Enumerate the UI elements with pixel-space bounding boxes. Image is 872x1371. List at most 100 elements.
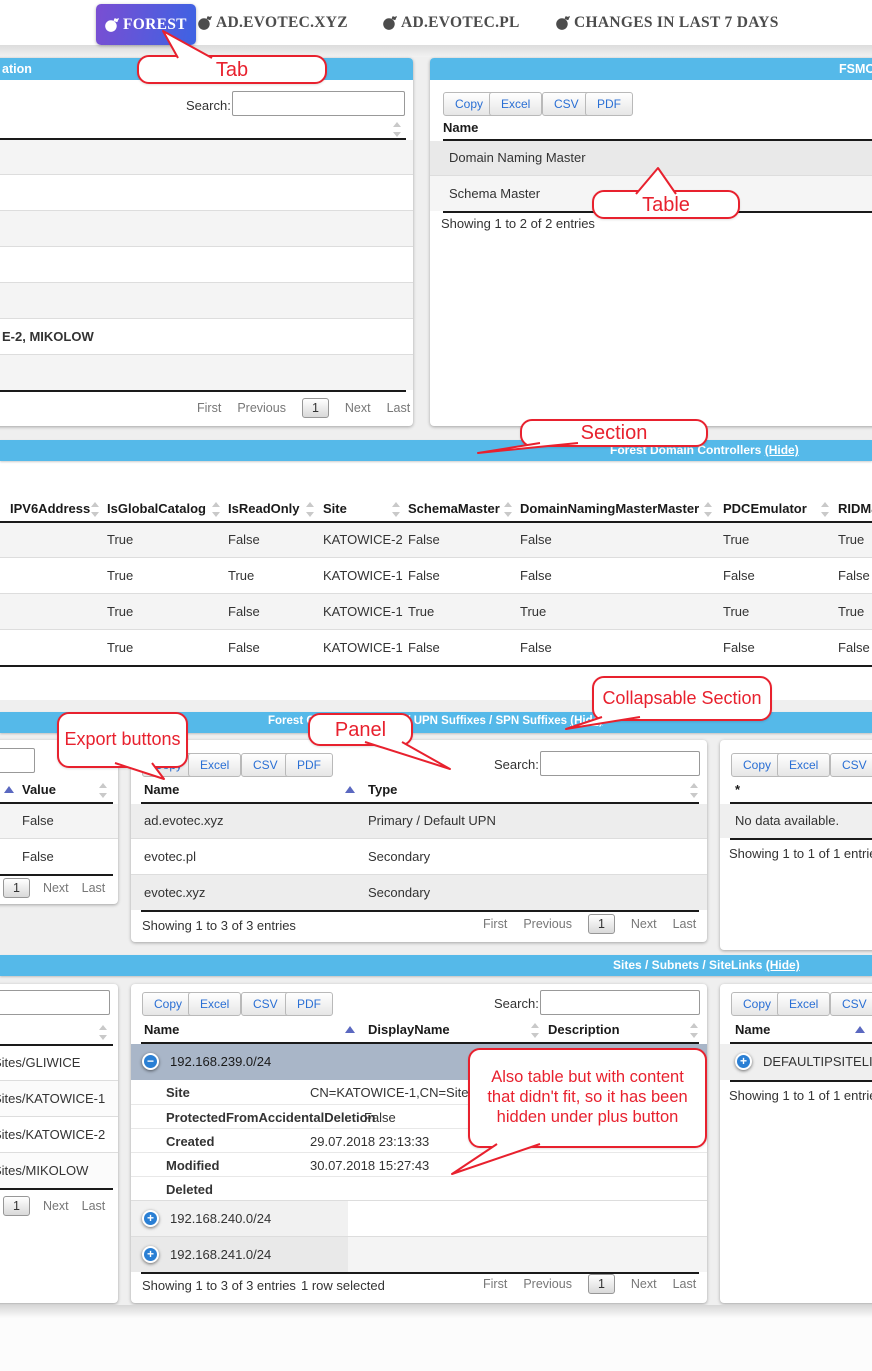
tab-changes-last-7-days[interactable]: CHANGES IN LAST 7 DAYS bbox=[556, 0, 779, 45]
column-header-name[interactable]: Name bbox=[443, 120, 478, 135]
column-header-name[interactable]: Name bbox=[144, 1022, 179, 1037]
table-bottom-border bbox=[0, 1188, 113, 1190]
pagination-next[interactable]: Next bbox=[631, 917, 657, 931]
pagination-page-1[interactable]: 1 bbox=[588, 1274, 615, 1294]
copy-button[interactable]: Copy bbox=[142, 992, 194, 1016]
table-row[interactable]: Sites/KATOWICE-1 bbox=[0, 1080, 118, 1116]
search-input[interactable] bbox=[540, 751, 700, 776]
sort-icon[interactable] bbox=[689, 782, 699, 799]
tab-forest[interactable]: FOREST bbox=[96, 4, 196, 45]
column-header[interactable]: Site bbox=[323, 501, 347, 516]
csv-button[interactable]: CSV bbox=[542, 92, 591, 116]
excel-button[interactable]: Excel bbox=[777, 753, 830, 777]
search-input[interactable] bbox=[0, 990, 110, 1015]
pdf-button[interactable]: PDF bbox=[285, 992, 333, 1016]
collapse-row-icon[interactable]: − bbox=[142, 1053, 159, 1070]
column-header-value[interactable]: Value bbox=[22, 782, 56, 797]
sort-icon[interactable] bbox=[392, 121, 402, 138]
sort-icon[interactable] bbox=[503, 501, 513, 518]
pagination: 1 Next Last bbox=[3, 1196, 105, 1216]
tab-ad-evotec-xyz[interactable]: AD.EVOTEC.XYZ bbox=[198, 0, 348, 45]
csv-button[interactable]: CSV bbox=[241, 753, 290, 777]
excel-button[interactable]: Excel bbox=[777, 992, 830, 1016]
copy-button[interactable]: Copy bbox=[731, 992, 783, 1016]
column-header[interactable]: IsReadOnly bbox=[228, 501, 300, 516]
column-header-description[interactable]: Description bbox=[548, 1022, 620, 1037]
cell: Secondary bbox=[368, 885, 430, 900]
hide-link[interactable]: (Hide) bbox=[765, 443, 799, 457]
pagination-last[interactable]: Last bbox=[673, 1277, 697, 1291]
pagination-page-1[interactable]: 1 bbox=[3, 1196, 30, 1216]
sort-ascending-icon[interactable] bbox=[855, 1026, 865, 1033]
sort-icon[interactable] bbox=[391, 501, 401, 518]
sort-icon[interactable] bbox=[530, 1022, 540, 1039]
pagination-last[interactable]: Last bbox=[673, 917, 697, 931]
pagination-first[interactable]: First bbox=[483, 1277, 507, 1291]
sort-ascending-icon[interactable] bbox=[345, 786, 355, 793]
pagination-page-1[interactable]: 1 bbox=[588, 914, 615, 934]
table-row[interactable]: + DEFAULTIPSITELINK bbox=[720, 1044, 872, 1080]
csv-button[interactable]: CSV bbox=[830, 992, 872, 1016]
tab-ad-evotec-pl[interactable]: AD.EVOTEC.PL bbox=[383, 0, 520, 45]
column-header-displayname[interactable]: DisplayName bbox=[368, 1022, 450, 1037]
pagination-first[interactable]: First bbox=[197, 401, 221, 415]
csv-button[interactable]: CSV bbox=[830, 753, 872, 777]
search-input[interactable] bbox=[0, 748, 35, 773]
expand-row-icon[interactable]: + bbox=[142, 1210, 159, 1227]
search-input[interactable] bbox=[540, 990, 700, 1015]
search-input[interactable] bbox=[232, 91, 405, 116]
table-row[interactable]: + 192.168.241.0/24 bbox=[131, 1236, 707, 1272]
pagination-next[interactable]: Next bbox=[631, 1277, 657, 1291]
sort-icon[interactable] bbox=[703, 501, 713, 518]
column-header-type[interactable]: Type bbox=[368, 782, 397, 797]
pagination-page-1[interactable]: 1 bbox=[302, 398, 329, 418]
column-header-star[interactable]: * bbox=[735, 782, 740, 797]
column-header-name[interactable]: Name bbox=[144, 782, 179, 797]
pagination-next[interactable]: Next bbox=[43, 1199, 69, 1213]
sort-icon[interactable] bbox=[90, 501, 100, 518]
column-header[interactable]: PDCEmulator bbox=[723, 501, 807, 516]
column-header[interactable]: SchemaMaster bbox=[408, 501, 500, 516]
excel-button[interactable]: Excel bbox=[188, 992, 241, 1016]
pagination-last[interactable]: Last bbox=[82, 1199, 106, 1213]
copy-button[interactable]: Copy bbox=[731, 753, 783, 777]
pagination-first[interactable]: First bbox=[483, 917, 507, 931]
table-row[interactable]: Sites/KATOWICE-2 bbox=[0, 1116, 118, 1152]
pagination-previous[interactable]: Previous bbox=[523, 917, 572, 931]
sort-icon[interactable] bbox=[820, 501, 830, 518]
pdf-button[interactable]: PDF bbox=[585, 92, 633, 116]
excel-button[interactable]: Excel bbox=[489, 92, 542, 116]
column-header-name[interactable]: Name bbox=[735, 1022, 770, 1037]
bomb-icon bbox=[198, 16, 212, 30]
sort-icon[interactable] bbox=[689, 1022, 699, 1039]
table-row[interactable]: Sites/GLIWICE bbox=[0, 1046, 118, 1080]
column-header[interactable]: RIDMaster bbox=[838, 501, 872, 516]
sort-icon[interactable] bbox=[98, 782, 108, 799]
hide-link[interactable]: (Hide) bbox=[766, 958, 800, 972]
table-info: Showing 1 to 3 of 3 entries bbox=[142, 918, 296, 933]
pagination-page-1[interactable]: 1 bbox=[3, 878, 30, 898]
pagination-next[interactable]: Next bbox=[43, 881, 69, 895]
sort-ascending-icon[interactable] bbox=[345, 1026, 355, 1033]
pagination-previous[interactable]: Previous bbox=[523, 1277, 572, 1291]
pagination-next[interactable]: Next bbox=[345, 401, 371, 415]
excel-button[interactable]: Excel bbox=[188, 753, 241, 777]
sort-ascending-icon[interactable] bbox=[4, 786, 14, 793]
column-header[interactable]: IsGlobalCatalog bbox=[107, 501, 206, 516]
csv-button[interactable]: CSV bbox=[241, 992, 290, 1016]
expand-row-icon[interactable]: + bbox=[735, 1053, 752, 1070]
sort-icon[interactable] bbox=[98, 1024, 108, 1041]
sort-icon[interactable] bbox=[211, 501, 221, 518]
pdf-button[interactable]: PDF bbox=[285, 753, 333, 777]
pagination-previous[interactable]: Previous bbox=[237, 401, 286, 415]
pagination-last[interactable]: Last bbox=[387, 401, 411, 415]
pagination-last[interactable]: Last bbox=[82, 881, 106, 895]
expand-row-icon[interactable]: + bbox=[142, 1246, 159, 1263]
table-row[interactable]: + 192.168.240.0/24 bbox=[131, 1200, 707, 1236]
table-row: True False KATOWICE-1 False False False … bbox=[0, 629, 872, 665]
column-header[interactable]: DomainNamingMasterMaster bbox=[520, 501, 699, 516]
table-row[interactable]: Sites/MIKOLOW bbox=[0, 1152, 118, 1188]
copy-button[interactable]: Copy bbox=[443, 92, 495, 116]
sort-icon[interactable] bbox=[305, 501, 315, 518]
column-header[interactable]: IPV6Address bbox=[10, 501, 90, 516]
